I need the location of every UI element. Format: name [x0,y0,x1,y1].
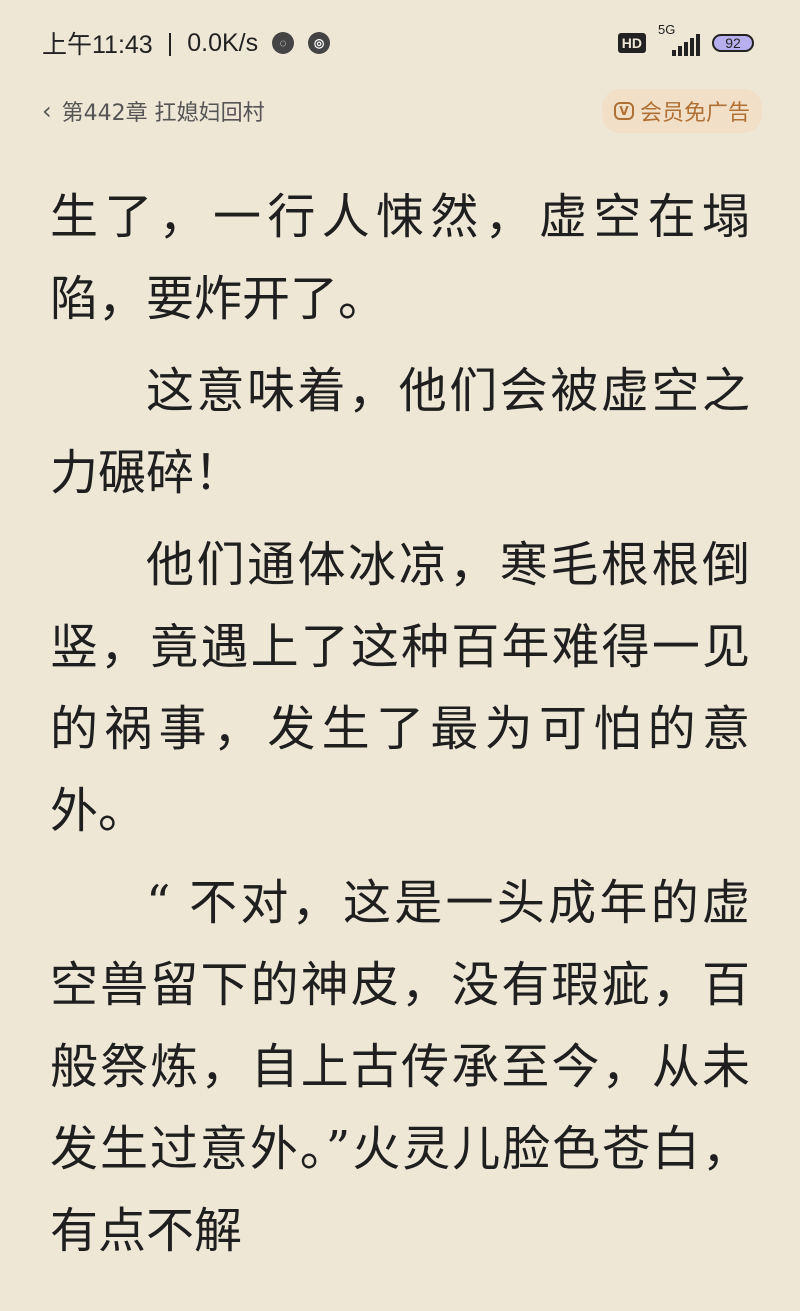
back-button[interactable]: ‹ 第442章 扛媳妇回村 [42,95,265,127]
vip-ad-free-button[interactable]: V 会员免广告 [601,89,762,133]
status-bar: 上午11:43 | 0.0K/s ◌ ◎ HD 5G 92 [0,0,800,86]
status-time: 上午11:43 [42,31,153,59]
notification-icon: ◎ [308,32,331,54]
vip-label: 会员免广告 [639,101,750,126]
signal-bars [672,34,700,56]
reader-paragraph: “ 不对，这是一头成年的虚空兽留下的神皮，没有瑕疵，百般祭炼，自上古传承至今，从… [50,875,750,1259]
chevron-left-icon: ‹ [42,97,52,125]
chapter-title: 第442章 扛媳妇回村 [61,101,265,126]
reader-paragraph: 生了，一行人悚然，虚空在塌陷，要炸开了。 [50,189,750,327]
signal-icon: 5G [658,22,700,56]
reader-content: 生了，一行人悚然，虚空在塌陷，要炸开了。 这意味着，他们会被虚空之力碾碎！ 他们… [50,176,750,1282]
chapter-bar: ‹ 第442章 扛媳妇回村 V 会员免广告 [0,86,800,136]
reader-paragraph: 他们通体冰凉，寒毛根根倒竖，竟遇上了这种百年难得一见的祸事，发生了最为可怕的意外… [50,537,750,839]
vip-icon: V [613,102,634,120]
battery-level: 92 [725,35,741,51]
notification-icon: ◌ [272,32,295,54]
battery-icon: 92 [712,34,754,52]
status-speed: 0.0K/s [187,28,259,57]
status-separator: | [166,28,174,57]
status-left: 上午11:43 | 0.0K/s ◌ ◎ [42,25,331,61]
reader-paragraph: 这意味着，他们会被虚空之力碾碎！ [50,363,750,501]
hd-badge: HD [617,33,646,53]
status-right: HD 5G 92 [617,22,754,56]
